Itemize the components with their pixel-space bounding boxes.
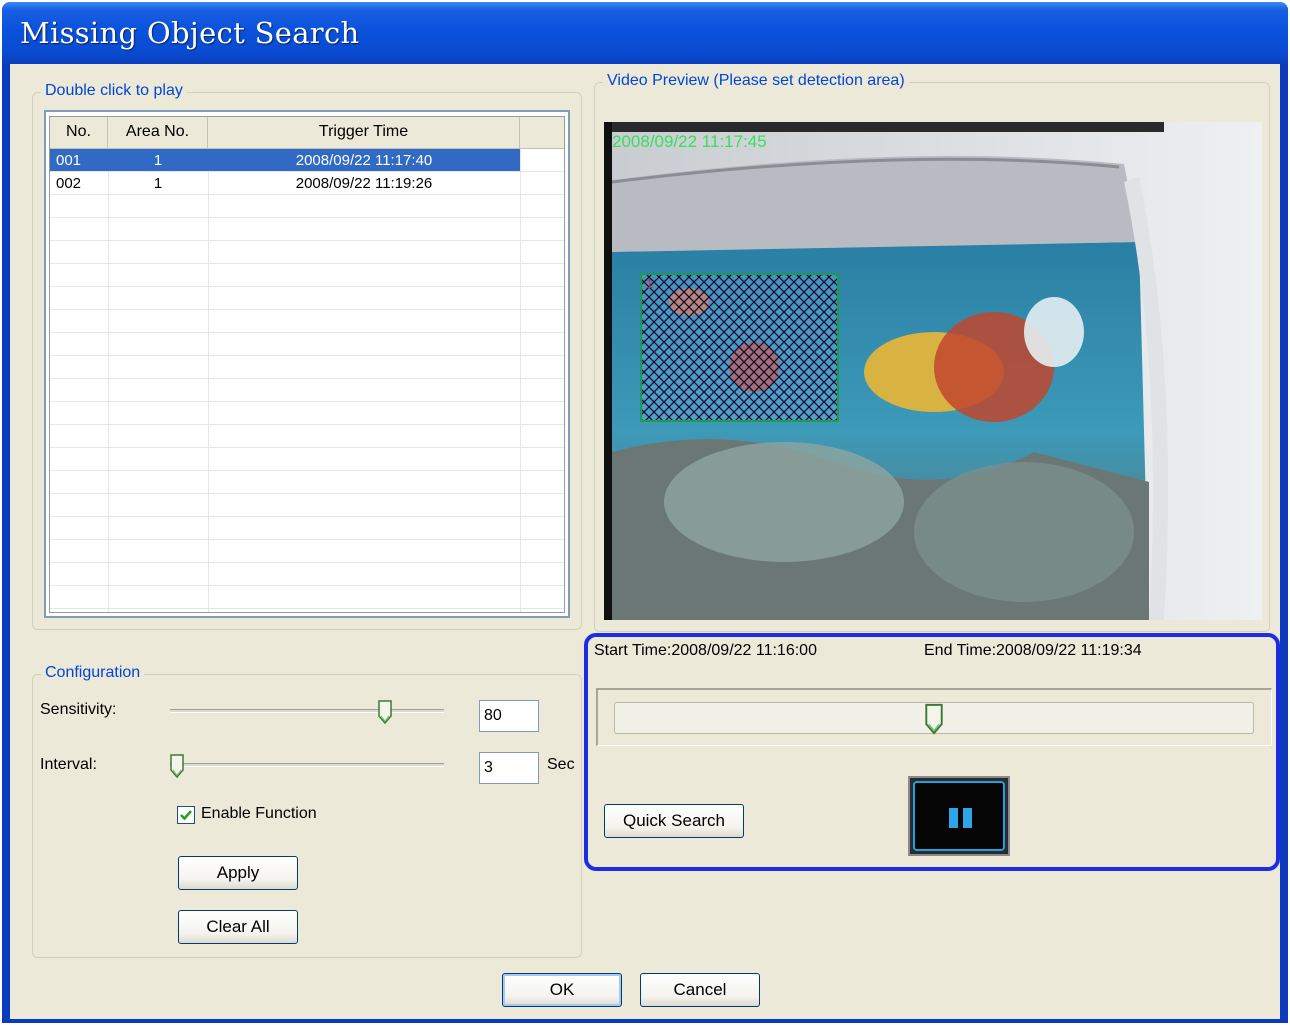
row-area: 1	[153, 175, 163, 192]
trigger-list[interactable]: No. Area No. Trigger Time 001 1 2008/09/…	[44, 110, 570, 618]
column-header-area[interactable]: Area No.	[108, 117, 208, 149]
end-time-label: End Time:2008/09/22 11:19:34	[924, 642, 1142, 659]
video-preview[interactable]: 1 2008/09/22 11:17:45	[604, 122, 1262, 620]
video-timestamp: 2008/09/22 11:17:45	[612, 132, 767, 151]
apply-button[interactable]: Apply	[178, 856, 298, 890]
trigger-list-legend: Double click to play	[41, 82, 187, 100]
empty-row	[50, 218, 564, 241]
row-time: 2008/09/22 11:17:40	[295, 152, 433, 169]
dialog-window: Missing Object Search Double click to pl…	[2, 2, 1288, 1023]
checkmark-icon	[180, 810, 192, 821]
empty-row	[50, 425, 564, 448]
row-no: 001	[56, 152, 82, 169]
clear-all-button[interactable]: Clear All	[178, 910, 298, 944]
interval-unit-label: Sec	[547, 756, 575, 773]
trigger-list-header: No. Area No. Trigger Time	[50, 117, 564, 149]
empty-row	[50, 356, 564, 379]
empty-row	[50, 517, 564, 540]
sensitivity-slider-track[interactable]	[170, 709, 444, 713]
empty-row	[50, 540, 564, 563]
cancel-button[interactable]: Cancel	[640, 973, 760, 1007]
interval-slider-track[interactable]	[170, 763, 444, 767]
pause-button[interactable]	[908, 776, 1010, 856]
playback-slider-thumb[interactable]	[925, 702, 943, 736]
empty-row	[50, 448, 564, 471]
empty-row	[50, 310, 564, 333]
empty-row	[50, 241, 564, 264]
window-title: Missing Object Search	[20, 16, 360, 50]
interval-slider-thumb[interactable]	[170, 754, 184, 778]
sensitivity-label: Sensitivity:	[40, 701, 117, 718]
empty-row	[50, 195, 564, 218]
video-frame: 1 2008/09/22 11:17:45	[604, 122, 1262, 620]
row-area: 1	[153, 152, 163, 169]
empty-row	[50, 563, 564, 586]
table-row[interactable]: 002 1 2008/09/22 11:19:26	[50, 172, 564, 195]
enable-function-checkbox[interactable]	[177, 806, 195, 824]
video-preview-legend: Video Preview (Please set detection area…	[603, 72, 909, 90]
dialog-client-area: Double click to play No. Area No. Trigge…	[10, 64, 1280, 1019]
empty-row	[50, 494, 564, 517]
empty-row	[50, 471, 564, 494]
empty-row	[50, 264, 564, 287]
title-bar[interactable]: Missing Object Search	[2, 2, 1288, 64]
sensitivity-slider-thumb[interactable]	[378, 700, 392, 724]
empty-row	[50, 586, 564, 609]
ok-button[interactable]: OK	[502, 973, 622, 1007]
quick-search-button[interactable]: Quick Search	[604, 804, 744, 838]
enable-function-label[interactable]: Enable Function	[201, 805, 317, 823]
empty-row	[50, 379, 564, 402]
column-header-no[interactable]: No.	[50, 117, 108, 149]
row-time: 2008/09/22 11:19:26	[295, 175, 433, 192]
start-time-label: Start Time:2008/09/22 11:16:00	[594, 642, 817, 659]
interval-value-input[interactable]: 3	[479, 752, 539, 784]
empty-row	[50, 333, 564, 356]
table-row[interactable]: 001 1 2008/09/22 11:17:40	[50, 149, 564, 172]
row-no: 002	[56, 175, 82, 192]
pause-icon	[949, 808, 972, 828]
column-header-trigger-time[interactable]: Trigger Time	[208, 117, 520, 149]
detection-area[interactable]	[640, 273, 839, 422]
empty-row	[50, 287, 564, 310]
detection-area-number: 1	[646, 276, 653, 291]
empty-row	[50, 402, 564, 425]
interval-label: Interval:	[40, 756, 97, 773]
configuration-legend: Configuration	[41, 664, 145, 682]
sensitivity-value-input[interactable]: 80	[479, 700, 539, 732]
